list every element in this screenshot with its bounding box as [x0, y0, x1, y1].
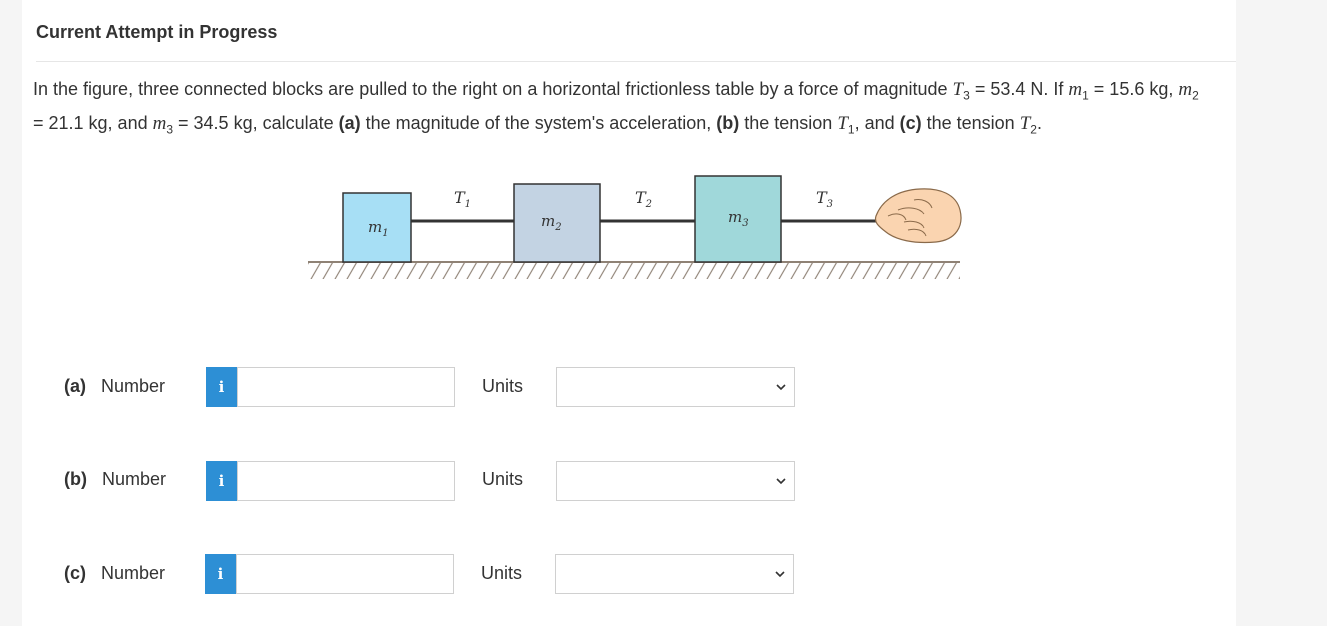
info-icon[interactable]: i	[206, 461, 237, 501]
answer-c-input[interactable]	[236, 554, 454, 594]
hand-icon	[874, 188, 962, 244]
chevron-down-icon	[775, 571, 785, 578]
answer-b-units-select[interactable]	[556, 461, 795, 501]
answer-c-units-label: Units	[481, 563, 523, 583]
answer-b-units-label: Units	[482, 469, 524, 489]
answer-a-label: (a) Number	[64, 376, 166, 396]
info-icon[interactable]: i	[206, 367, 237, 407]
answer-c-label: (c) Number	[64, 563, 166, 583]
answer-a-units-label: Units	[482, 376, 524, 396]
page-title: Current Attempt in Progress	[36, 22, 278, 42]
label-t3: T3	[816, 188, 833, 210]
table-surface	[308, 261, 960, 279]
info-icon[interactable]: i	[205, 554, 236, 594]
chevron-down-icon	[776, 384, 786, 391]
answer-a-units-select[interactable]	[556, 367, 795, 407]
question-text: In the figure, three connected blocks ar…	[33, 79, 1199, 137]
answer-b-input[interactable]	[237, 461, 455, 501]
answer-c-units-select[interactable]	[555, 554, 794, 594]
answer-a-input[interactable]	[237, 367, 455, 407]
blocks-figure: m1 m2 m3 T1 T2 T3	[308, 175, 962, 279]
answer-b-label: (b) Number	[64, 469, 167, 489]
label-t2: T2	[635, 188, 652, 210]
chevron-down-icon	[776, 478, 786, 485]
divider	[36, 61, 1236, 62]
label-t1: T1	[454, 188, 471, 210]
